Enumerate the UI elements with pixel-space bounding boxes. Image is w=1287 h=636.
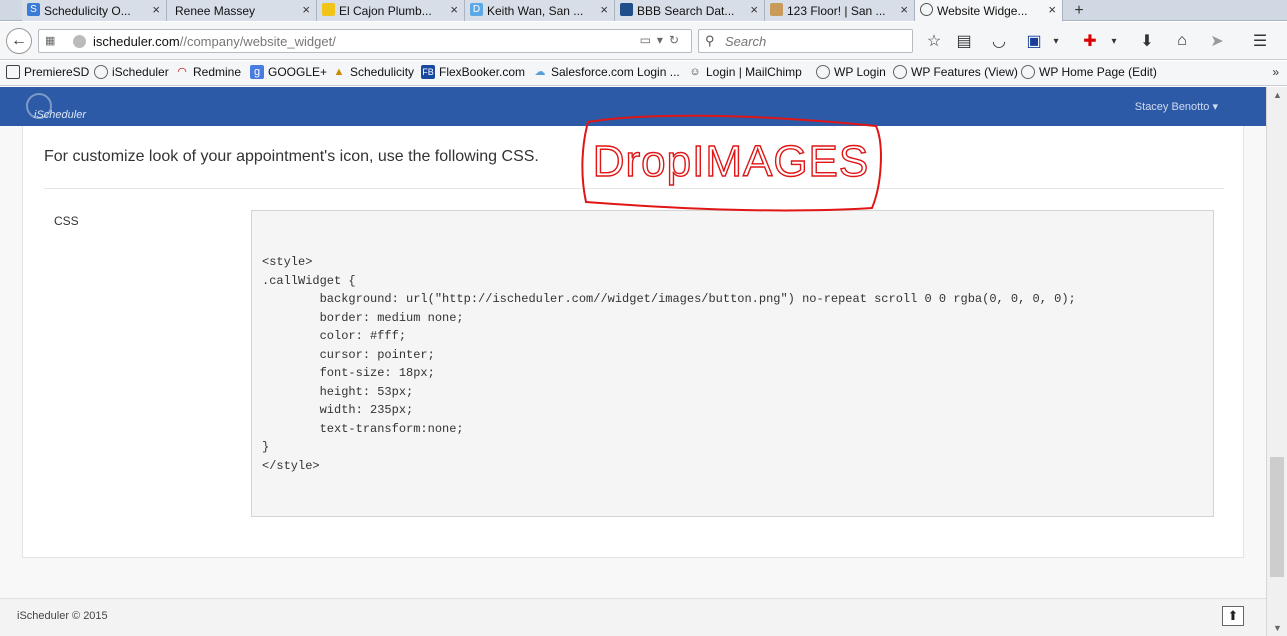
browser-tab[interactable]: S Schedulicity O... × <box>22 0 167 21</box>
page-icon <box>6 65 20 79</box>
scroll-down-icon[interactable]: ▼ <box>1267 620 1287 636</box>
salesforce-cloud-icon: ☁ <box>534 66 546 78</box>
back-to-top-button[interactable]: ⬆ <box>1222 606 1244 626</box>
bookmarks-bar: PremiereSD iScheduler ◠ Redmine g GOOGLE+ … <box>0 61 1287 86</box>
handwritten-annotation: DropIMAGES <box>581 114 882 212</box>
browser-tab[interactable]: Renee Massey × <box>167 0 317 21</box>
ischeduler-icon <box>94 65 108 79</box>
bookmark-item[interactable]: WP Features (View) <box>893 65 1018 79</box>
flexbooker-icon: FB <box>421 65 435 79</box>
footer-copyright: iScheduler © 2015 <box>17 610 108 622</box>
css-label: CSS <box>54 214 79 228</box>
new-tab-button[interactable]: + <box>1068 0 1090 21</box>
scroll-up-icon[interactable]: ▲ <box>1267 87 1287 103</box>
url-text: ischeduler.com//company/website_widget/ <box>93 34 336 49</box>
browser-tab-strip: S Schedulicity O... × Renee Massey × El … <box>0 0 1287 22</box>
close-tab-icon[interactable]: × <box>900 2 908 17</box>
bookmark-item[interactable]: ▲ Schedulicity <box>332 65 414 79</box>
ischeduler-favicon-icon <box>920 3 933 16</box>
close-tab-icon[interactable]: × <box>302 2 310 17</box>
search-icon: ⚲ <box>705 33 715 48</box>
css-code: <style> .callWidget { background: url("h… <box>262 255 1076 473</box>
bookmark-item[interactable]: FB FlexBooker.com <box>421 65 525 79</box>
star-bookmark-icon[interactable]: ☆ <box>924 31 944 51</box>
intro-text: For customize look of your appointment's… <box>44 148 539 165</box>
dropdown-icon[interactable]: ▾ <box>1104 31 1124 51</box>
url-bar[interactable]: ▦ ischeduler.com//company/website_widget… <box>38 29 692 53</box>
save-icon[interactable]: ▣ <box>1024 31 1044 51</box>
bookmarks-overflow-button[interactable]: » <box>1272 65 1279 79</box>
browser-nav-bar: ← ▦ ischeduler.com//company/website_widg… <box>0 22 1287 60</box>
close-tab-icon[interactable]: × <box>450 2 458 17</box>
mailchimp-icon: ☺ <box>689 66 701 78</box>
browser-tab[interactable]: El Cajon Plumb... × <box>317 0 465 21</box>
browser-tab-active[interactable]: Website Widge... × <box>915 0 1063 22</box>
bookmark-item[interactable]: g GOOGLE+ <box>250 65 327 79</box>
back-arrow-icon: ← <box>11 32 27 49</box>
close-tab-icon[interactable]: × <box>600 2 608 17</box>
floor-favicon-icon <box>770 3 783 16</box>
bookmark-item[interactable]: ☁ Salesforce.com Login ... <box>533 65 680 79</box>
scrollbar-thumb[interactable] <box>1270 457 1284 577</box>
vertical-scrollbar[interactable]: ▲ ▼ <box>1266 87 1287 636</box>
dropdown-icon[interactable]: ▾ <box>1046 31 1066 51</box>
wordpress-icon <box>816 65 830 79</box>
back-button[interactable]: ← <box>6 28 32 54</box>
app-footer: iScheduler © 2015 ⬆ <box>0 598 1266 636</box>
pocket-icon[interactable]: ◡ <box>989 31 1009 51</box>
bookmark-item[interactable]: ◠ Redmine <box>175 65 241 79</box>
bookmark-item[interactable]: WP Home Page (Edit) <box>1021 65 1157 79</box>
search-input[interactable] <box>725 33 905 49</box>
d-favicon-icon: D <box>470 3 483 16</box>
chevron-down-icon: ▾ <box>1212 101 1218 113</box>
close-tab-icon[interactable]: × <box>152 2 160 17</box>
wordpress-icon <box>893 65 907 79</box>
bbb-favicon-icon <box>620 3 633 16</box>
site-info-icon[interactable] <box>73 35 86 48</box>
wordpress-icon <box>1021 65 1035 79</box>
schedulicity-icon: ▲ <box>333 66 345 78</box>
lightbulb-favicon-icon <box>322 3 335 16</box>
browser-tab[interactable]: 123 Floor! | San ... × <box>765 0 915 21</box>
browser-tab[interactable]: BBB Search Dat... × <box>615 0 765 21</box>
bookmark-item[interactable]: ☺ Login | MailChimp <box>688 65 801 79</box>
grid-icon: ▦ <box>45 35 56 47</box>
home-icon[interactable]: ⌂ <box>1172 31 1192 51</box>
tab-label: El Cajon Plumb... <box>339 3 432 18</box>
close-tab-icon[interactable]: × <box>1048 2 1056 17</box>
tab-label: Renee Massey <box>175 3 256 18</box>
tab-label: Website Widge... <box>937 3 1028 18</box>
reading-list-icon[interactable]: ▤ <box>954 31 974 51</box>
css-code-box[interactable]: <style> .callWidget { background: url("h… <box>251 210 1214 517</box>
tab-label: Keith Wan, San ... <box>487 3 584 18</box>
download-icon[interactable]: ⬇ <box>1137 31 1157 51</box>
tab-label: BBB Search Dat... <box>637 3 735 18</box>
ischeduler-logo[interactable]: iScheduler <box>26 93 86 121</box>
search-bar[interactable]: ⚲ <box>698 29 913 53</box>
google-plus-icon: g <box>250 65 264 79</box>
schedulicity-favicon-icon: S <box>27 3 40 16</box>
bookmark-item[interactable]: PremiereSD <box>6 65 89 79</box>
bookmark-item[interactable]: WP Login <box>816 65 886 79</box>
redmine-icon: ◠ <box>177 66 187 78</box>
annotation-text: DropIMAGES <box>593 137 870 186</box>
user-menu[interactable]: Stacey Benotto ▾ <box>1135 100 1218 113</box>
close-tab-icon[interactable]: × <box>750 2 758 17</box>
arrow-up-icon: ⬆ <box>1227 608 1239 623</box>
tab-label: 123 Floor! | San ... <box>787 3 886 18</box>
bookmark-item[interactable]: iScheduler <box>94 65 169 79</box>
menu-icon[interactable]: ☰ <box>1250 31 1270 51</box>
tab-label: Schedulicity O... <box>44 3 131 18</box>
url-actions[interactable]: ▭▾↻ <box>640 33 685 47</box>
send-icon[interactable]: ➤ <box>1207 31 1227 51</box>
first-aid-icon[interactable]: ✚ <box>1080 31 1100 51</box>
browser-tab[interactable]: D Keith Wan, San ... × <box>465 0 615 21</box>
